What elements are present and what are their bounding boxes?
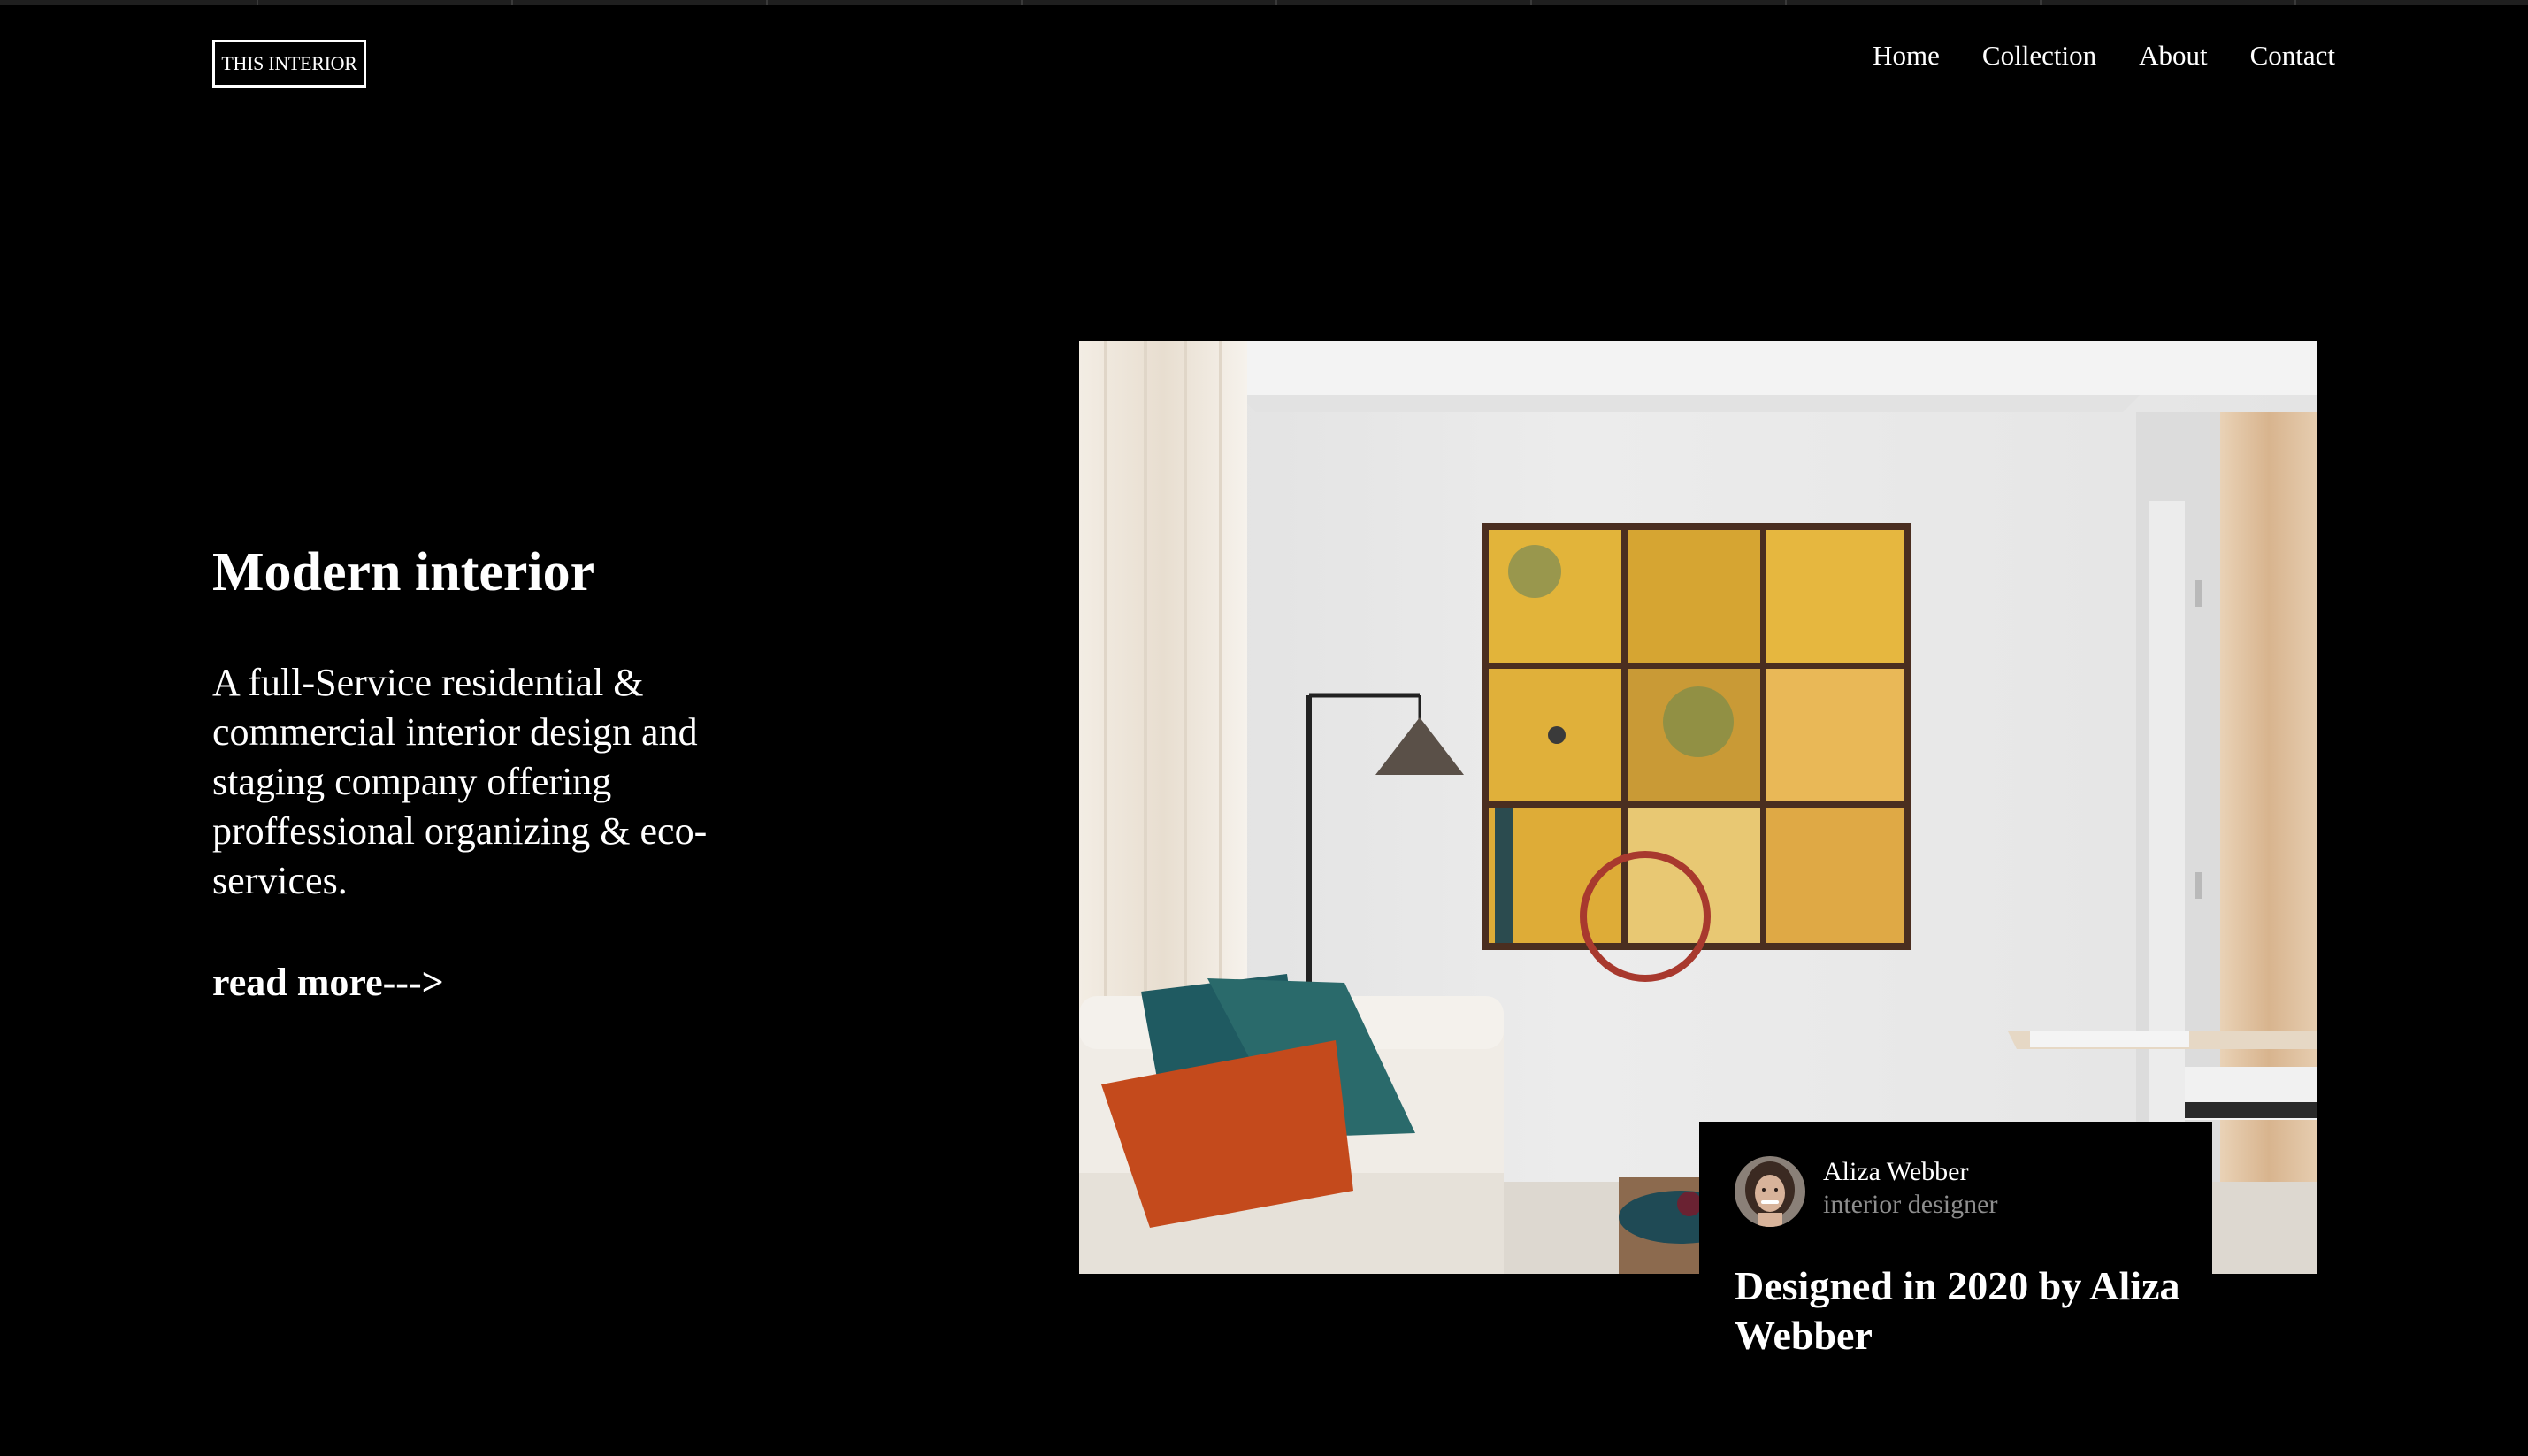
- hero-description: A full-Service residential & commercial …: [212, 661, 708, 902]
- nav-contact-link[interactable]: Contact: [2250, 35, 2335, 76]
- site-logo[interactable]: THIS INTERIOR: [212, 40, 366, 88]
- designed-by-text: Designed in 2020 by Aliza Webber: [1735, 1263, 2180, 1358]
- author-name: Aliza Webber: [1823, 1157, 1969, 1186]
- avatar: [1735, 1156, 1805, 1227]
- main-nav: Home Collection About Contact: [1873, 35, 2335, 76]
- browser-tab-strip: [0, 0, 2528, 5]
- nav-about-link[interactable]: About: [2139, 35, 2208, 76]
- hero-title: Modern interior: [212, 542, 595, 602]
- nav-home-link[interactable]: Home: [1873, 35, 1940, 76]
- designer-credit-card: Aliza Webber interior designer Designed …: [1699, 1122, 2212, 1387]
- author-role: interior designer: [1823, 1190, 1998, 1219]
- read-more-link[interactable]: read more--->: [212, 958, 444, 1008]
- nav-collection-link[interactable]: Collection: [1982, 35, 2096, 76]
